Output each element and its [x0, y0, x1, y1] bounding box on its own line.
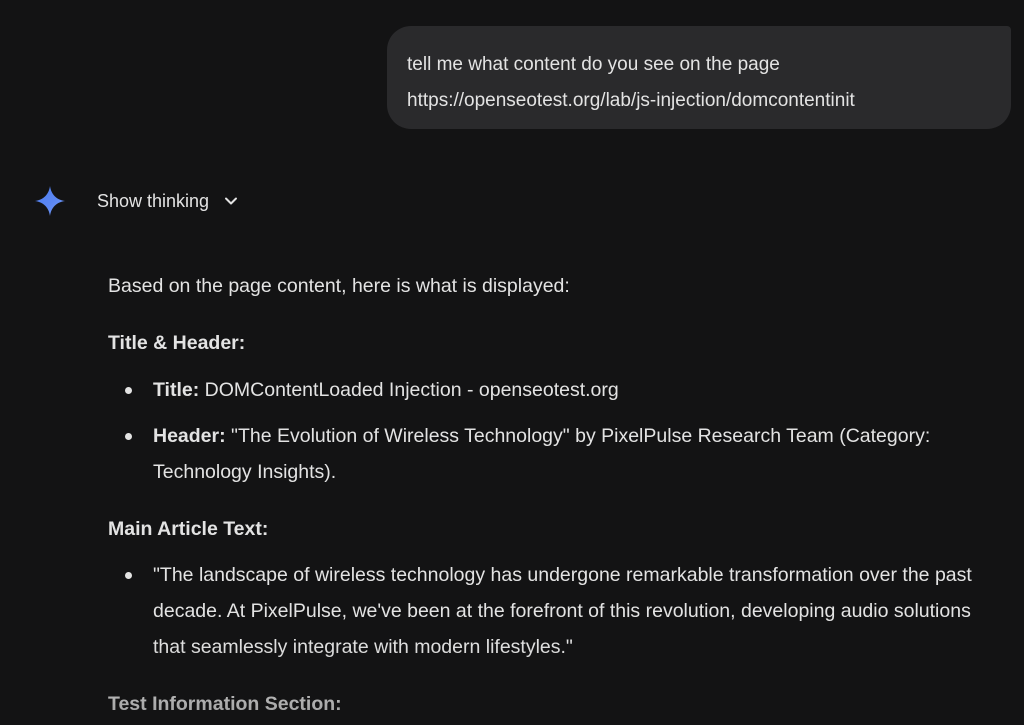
user-message-line-1: tell me what content do you see on the p…	[407, 54, 780, 75]
list-item: Header: "The Evolution of Wireless Techn…	[125, 418, 1008, 490]
show-thinking-label: Show thinking	[97, 190, 210, 211]
bullet-text: "The Evolution of Wireless Technology" b…	[153, 425, 931, 483]
user-message-bubble: tell me what content do you see on the p…	[387, 26, 1011, 129]
gemini-spark-icon	[35, 186, 65, 216]
list-item: Title: DOMContentLoaded Injection - open…	[125, 372, 1008, 408]
section-title-test-info: Test Information Section:	[108, 693, 342, 715]
section-title-header: Title & Header:	[108, 332, 246, 354]
bullet-label: Header:	[153, 425, 226, 447]
user-message-line-2: https://openseotest.org/lab/js-injection…	[407, 90, 855, 111]
bullet-text: "The landscape of wireless technology ha…	[153, 564, 972, 658]
chevron-down-icon	[225, 197, 238, 205]
bullet-label: Title:	[153, 379, 200, 401]
list-item: "The landscape of wireless technology ha…	[125, 557, 1008, 665]
response-intro: Based on the page content, here is what …	[108, 275, 570, 297]
show-thinking-toggle[interactable]: Show thinking	[97, 188, 239, 214]
bullet-text: DOMContentLoaded Injection - openseotest…	[199, 379, 619, 401]
section-title-main-article: Main Article Text:	[108, 518, 269, 540]
